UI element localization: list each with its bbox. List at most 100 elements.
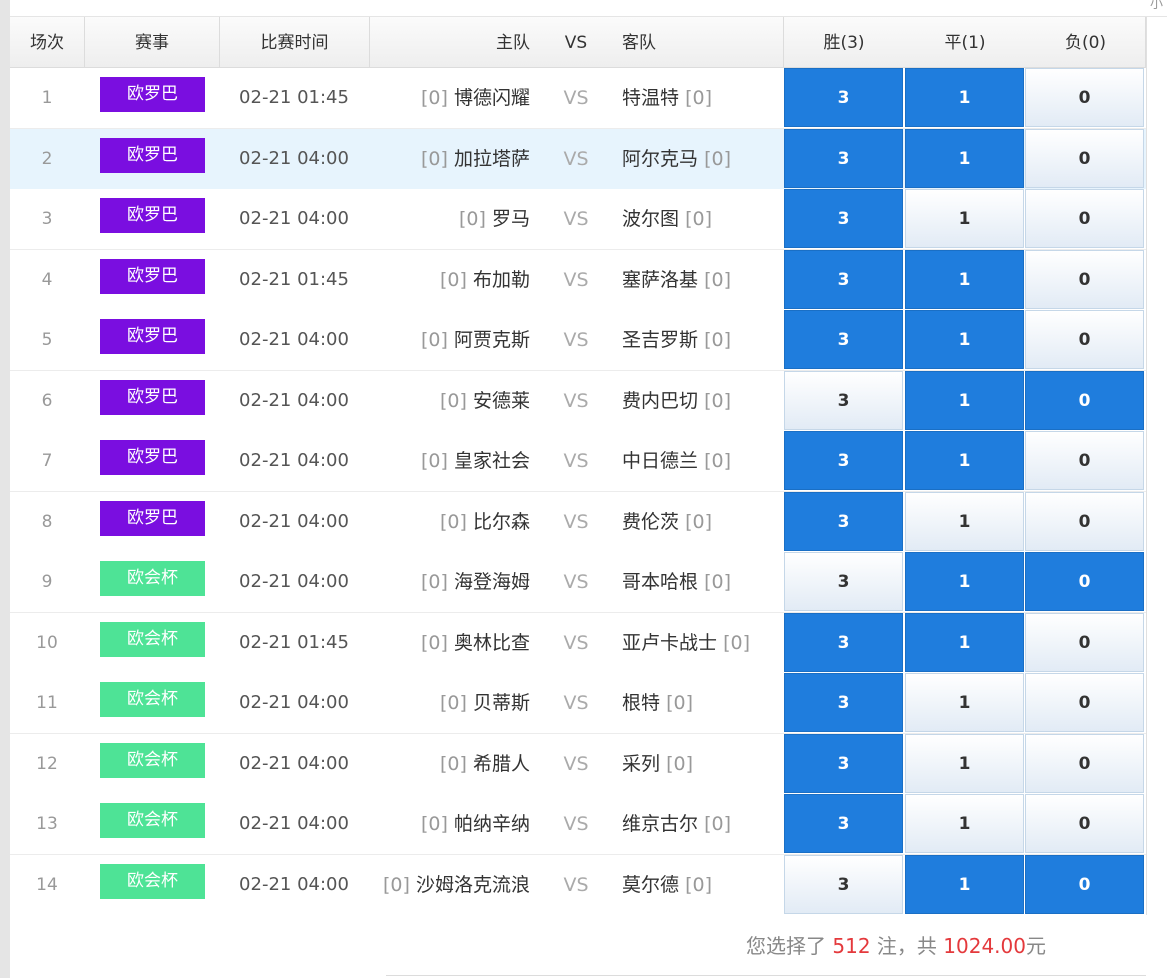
win-option-button[interactable]: 3 bbox=[784, 552, 903, 611]
loss-option-button[interactable]: 0 bbox=[1025, 68, 1144, 127]
draw-option-button[interactable]: 1 bbox=[905, 310, 1024, 369]
draw-option-button[interactable]: 1 bbox=[905, 794, 1024, 853]
home-rank: [0] bbox=[440, 692, 467, 714]
win-option-button[interactable]: 3 bbox=[784, 310, 903, 369]
home-team-name: 比尔森 bbox=[472, 511, 530, 533]
win-option-button[interactable]: 3 bbox=[784, 371, 903, 430]
vs-label: VS bbox=[563, 450, 589, 472]
away-team-name: 费伦茨 bbox=[622, 511, 680, 533]
match-time: 02-21 01:45 bbox=[239, 632, 349, 653]
win-option-button[interactable]: 3 bbox=[784, 250, 903, 309]
home-team-name: 皇家社会 bbox=[453, 450, 530, 472]
selection-summary: 您选择了 512 注，共 1024.00元 bbox=[746, 915, 1046, 977]
home-team: [0] 海登海姆 bbox=[370, 552, 530, 612]
loss-option-button[interactable]: 0 bbox=[1025, 855, 1144, 914]
match-index: 14 bbox=[36, 875, 58, 895]
home-rank: [0] bbox=[421, 450, 448, 472]
win-option-button[interactable]: 3 bbox=[784, 734, 903, 793]
draw-option-button[interactable]: 1 bbox=[905, 855, 1024, 914]
win-option-button[interactable]: 3 bbox=[784, 431, 903, 490]
match-index: 4 bbox=[41, 270, 53, 290]
loss-option-button[interactable]: 0 bbox=[1025, 129, 1144, 188]
away-team: 波尔图 [0] bbox=[622, 189, 792, 249]
away-team-name: 阿尔克马 bbox=[622, 148, 699, 170]
header-index: 场次 bbox=[30, 33, 64, 53]
match-time: 02-21 01:45 bbox=[239, 87, 349, 108]
win-option-button[interactable]: 3 bbox=[784, 68, 903, 127]
loss-option-button[interactable]: 0 bbox=[1025, 734, 1144, 793]
away-team: 莫尔德 [0] bbox=[622, 855, 792, 915]
loss-option-button[interactable]: 0 bbox=[1025, 371, 1144, 430]
match-index: 9 bbox=[41, 572, 53, 592]
header-vs: VS bbox=[564, 33, 588, 53]
draw-option-button[interactable]: 1 bbox=[905, 189, 1024, 248]
loss-option-button[interactable]: 0 bbox=[1025, 189, 1144, 248]
header-win: 胜(3) bbox=[823, 33, 865, 53]
match-time: 02-21 04:00 bbox=[239, 390, 349, 411]
home-rank: [0] bbox=[459, 208, 486, 230]
match-time: 02-21 04:00 bbox=[239, 208, 349, 229]
vs-label: VS bbox=[563, 692, 589, 714]
draw-option-button[interactable]: 1 bbox=[905, 734, 1024, 793]
table-row: 8 欧罗巴 02-21 04:00 [0] 比尔森 VS 费伦茨 [0] 3 1 0 bbox=[10, 492, 1146, 553]
loss-option-button[interactable]: 0 bbox=[1025, 310, 1144, 369]
vs-label: VS bbox=[563, 208, 589, 230]
home-rank: [0] bbox=[421, 571, 448, 593]
draw-option-button[interactable]: 1 bbox=[905, 673, 1024, 732]
loss-option-button[interactable]: 0 bbox=[1025, 250, 1144, 309]
league-badge: 欧会杯 bbox=[100, 622, 205, 657]
away-team-name: 圣吉罗斯 bbox=[622, 329, 699, 351]
draw-option-button[interactable]: 1 bbox=[905, 552, 1024, 611]
draw-option-button[interactable]: 1 bbox=[905, 68, 1024, 127]
draw-option-button[interactable]: 1 bbox=[905, 431, 1024, 490]
draw-option-button[interactable]: 1 bbox=[905, 129, 1024, 188]
home-team: [0] 希腊人 bbox=[370, 734, 530, 794]
away-team: 圣吉罗斯 [0] bbox=[622, 310, 792, 370]
table-row: 14 欧会杯 02-21 04:00 [0] 沙姆洛克流浪 VS 莫尔德 [0] 3 1 0 bbox=[10, 855, 1146, 916]
win-option-button[interactable]: 3 bbox=[784, 794, 903, 853]
win-option-button[interactable]: 3 bbox=[784, 673, 903, 732]
home-team-name: 海登海姆 bbox=[453, 571, 530, 593]
draw-option-button[interactable]: 1 bbox=[905, 371, 1024, 430]
loss-option-button[interactable]: 0 bbox=[1025, 552, 1144, 611]
league-badge: 欧会杯 bbox=[100, 682, 205, 717]
draw-option-button[interactable]: 1 bbox=[905, 613, 1024, 672]
win-option-button[interactable]: 3 bbox=[784, 189, 903, 248]
draw-option-button[interactable]: 1 bbox=[905, 492, 1024, 551]
loss-option-button[interactable]: 0 bbox=[1025, 492, 1144, 551]
win-option-button[interactable]: 3 bbox=[784, 492, 903, 551]
home-team-name: 希腊人 bbox=[472, 753, 530, 775]
home-team-name: 博德闪耀 bbox=[453, 87, 530, 109]
summary-bets-unit: 注，共 bbox=[876, 934, 937, 958]
vs-label: VS bbox=[563, 87, 589, 109]
footer-divider bbox=[386, 975, 1146, 976]
win-option-button[interactable]: 3 bbox=[784, 855, 903, 914]
away-rank: [0] bbox=[685, 87, 712, 109]
loss-option-button[interactable]: 0 bbox=[1025, 794, 1144, 853]
match-index: 10 bbox=[36, 633, 58, 653]
loss-option-button[interactable]: 0 bbox=[1025, 613, 1144, 672]
table-row: 9 欧会杯 02-21 04:00 [0] 海登海姆 VS 哥本哈根 [0] 3 1 0 bbox=[10, 552, 1146, 613]
draw-option-button[interactable]: 1 bbox=[905, 250, 1024, 309]
win-option-button[interactable]: 3 bbox=[784, 613, 903, 672]
vs-label: VS bbox=[563, 874, 589, 896]
table-row: 12 欧会杯 02-21 04:00 [0] 希腊人 VS 采列 [0] 3 1 0 bbox=[10, 734, 1146, 795]
away-team: 阿尔克马 [0] bbox=[622, 129, 792, 189]
loss-option-button[interactable]: 0 bbox=[1025, 431, 1144, 490]
match-time: 02-21 04:00 bbox=[239, 450, 349, 471]
home-rank: [0] bbox=[440, 511, 467, 533]
vs-label: VS bbox=[563, 813, 589, 835]
vs-label: VS bbox=[563, 329, 589, 351]
match-index: 12 bbox=[36, 754, 58, 774]
away-team: 费内巴切 [0] bbox=[622, 371, 792, 431]
home-team-name: 贝蒂斯 bbox=[472, 692, 530, 714]
vs-label: VS bbox=[563, 632, 589, 654]
vs-label: VS bbox=[563, 269, 589, 291]
win-option-button[interactable]: 3 bbox=[784, 129, 903, 188]
away-team-name: 亚卢卡战士 bbox=[622, 632, 718, 654]
home-team: [0] 阿贾克斯 bbox=[370, 310, 530, 370]
loss-option-button[interactable]: 0 bbox=[1025, 673, 1144, 732]
home-team: [0] 罗马 bbox=[370, 189, 530, 249]
league-badge: 欧罗巴 bbox=[100, 77, 205, 112]
league-badge: 欧会杯 bbox=[100, 864, 205, 899]
